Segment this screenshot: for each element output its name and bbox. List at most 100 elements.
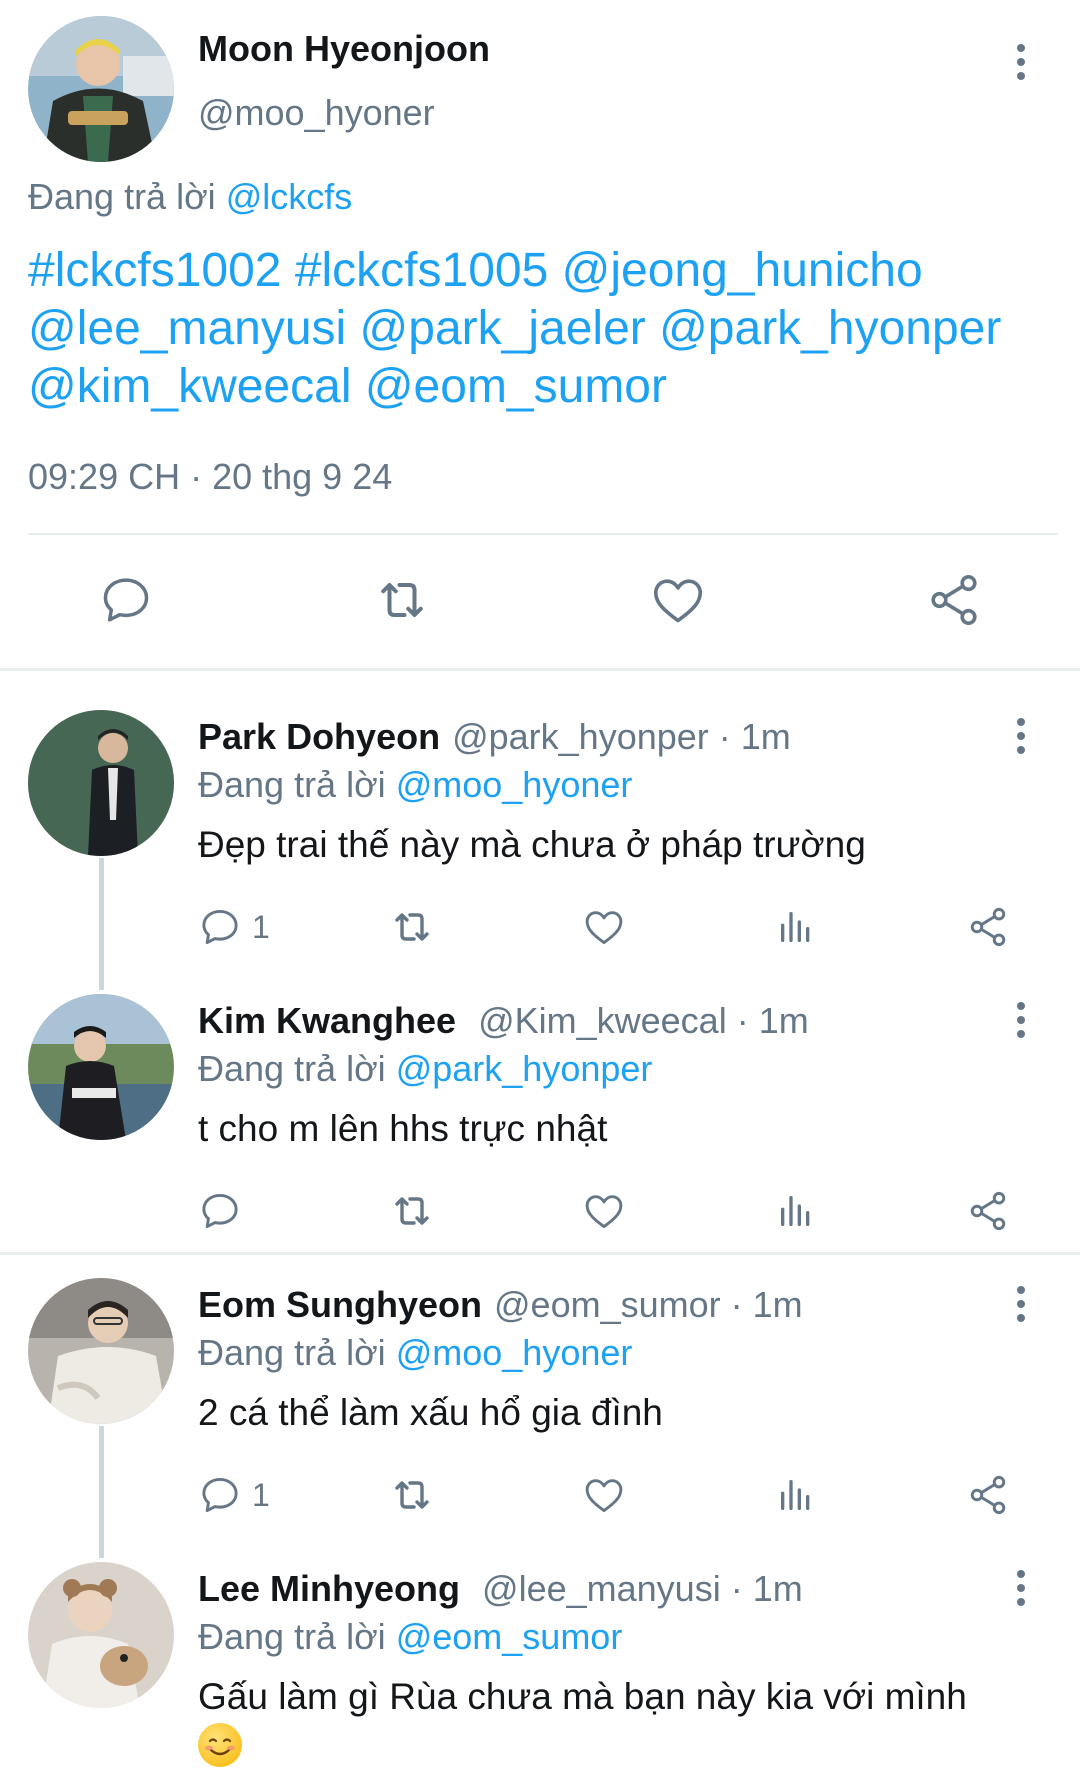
author-name[interactable]: Lee Minhyeong [198, 1568, 460, 1609]
heart-icon [653, 579, 703, 623]
reply-button[interactable]: 1 [198, 902, 270, 952]
reply-tweet[interactable]: Kim Kwanghee @Kim_kweecal · 1m Đang trả … [0, 994, 1080, 1244]
reply-tweet[interactable]: Lee Minhyeong @lee_manyusi · 1m Đang trả… [0, 1562, 1080, 1781]
avatar[interactable] [28, 994, 174, 1140]
avatar[interactable] [28, 710, 174, 856]
tweet-body-line[interactable]: @kim_kweecal @eom_sumor [28, 358, 1058, 416]
analytics-icon [781, 1196, 810, 1226]
retweet-button[interactable] [388, 1186, 436, 1236]
tweet-body-line[interactable]: #lckcfs1002 #lckcfs1005 @jeong_hunicho [28, 242, 1058, 300]
divider [28, 533, 1058, 535]
analytics-button[interactable] [776, 1186, 816, 1236]
share-icon [970, 907, 1006, 947]
tweet-action-bar [0, 560, 1080, 640]
heart-icon [585, 1479, 623, 1513]
retweet-button[interactable] [388, 902, 436, 952]
more-options-icon[interactable] [1006, 1282, 1036, 1326]
retweet-icon [395, 913, 429, 941]
more-options-icon[interactable] [1006, 714, 1036, 758]
author-handle[interactable]: @park_hyonper [452, 716, 709, 757]
like-button[interactable] [638, 560, 718, 640]
avatar[interactable] [28, 16, 174, 162]
reply-count: 1 [252, 908, 270, 945]
avatar-photo [28, 710, 174, 856]
reply-text: 2 cá thể làm xấu hổ gia đình [198, 1392, 663, 1433]
analytics-button[interactable] [776, 902, 816, 952]
more-options-icon[interactable] [1006, 40, 1036, 84]
avatar-photo [28, 16, 174, 162]
avatar-photo [28, 994, 174, 1140]
retweet-icon [395, 1197, 429, 1225]
tweet-timestamp[interactable]: 09:29 CH · 20 thg 9 24 [28, 456, 392, 498]
reply-to-link[interactable]: @lckcfs [226, 176, 353, 217]
more-options-icon[interactable] [1006, 998, 1036, 1042]
author-name[interactable]: Park Dohyeon [198, 716, 440, 757]
reply-to-link[interactable]: @park_hyonper [396, 1048, 653, 1089]
reply-button[interactable]: 1 [198, 1470, 270, 1520]
reply-time: · 1m [718, 716, 791, 757]
share-button[interactable] [914, 560, 994, 640]
like-button[interactable] [582, 902, 626, 952]
like-button[interactable] [582, 1186, 626, 1236]
reply-icon [202, 1477, 238, 1513]
reply-action-bar: 1 [0, 902, 1080, 952]
share-icon [970, 1475, 1006, 1515]
more-options-icon[interactable] [1006, 1566, 1036, 1610]
reply-tweet[interactable]: Park Dohyeon @park_hyonper · 1m Đang trả … [0, 710, 1080, 990]
author-name[interactable]: Kim Kwanghee [198, 1000, 456, 1041]
share-button[interactable] [966, 1186, 1010, 1236]
author-handle[interactable]: @moo_hyoner [198, 92, 435, 134]
reply-text: t cho m lên hhs trực nhật [198, 1108, 608, 1149]
reply-icon [202, 1193, 238, 1229]
reply-action-bar: 1 [0, 1470, 1080, 1520]
reply-header: Park Dohyeon @park_hyonper · 1m [198, 716, 791, 758]
avatar[interactable] [28, 1562, 174, 1708]
share-button[interactable] [966, 1470, 1010, 1520]
author-name[interactable]: Moon Hyeonjoon [198, 28, 490, 70]
tweet-thread-page: Moon Hyeonjoon @moo_hyoner Đang trả lời … [0, 0, 1080, 1781]
reply-button[interactable] [86, 560, 166, 640]
heart-icon [585, 911, 623, 945]
section-divider [0, 1252, 1080, 1255]
reply-header: Eom Sunghyeon @eom_sumor · 1m [198, 1284, 803, 1326]
reply-context: Đang trả lời @moo_hyoner [198, 764, 632, 806]
author-name[interactable]: Eom Sunghyeon [198, 1284, 482, 1325]
reply-prefix: Đang trả lời [198, 1332, 386, 1373]
share-button[interactable] [966, 902, 1010, 952]
reply-context: Đang trả lời @park_hyonper [198, 1048, 652, 1090]
reply-to-link[interactable]: @moo_hyoner [396, 1332, 633, 1373]
author-handle[interactable]: @lee_manyusi [482, 1568, 721, 1609]
reply-button[interactable] [198, 1186, 252, 1236]
avatar-photo [28, 1278, 174, 1424]
avatar[interactable] [28, 1278, 174, 1424]
retweet-button[interactable] [388, 1470, 436, 1520]
share-icon [931, 574, 977, 626]
section-divider [0, 668, 1080, 671]
share-icon [970, 1191, 1006, 1231]
reply-text: Gấu làm gì Rùa chưa mà bạn này kia với m… [198, 1674, 1028, 1768]
author-handle[interactable]: @eom_sumor [494, 1284, 721, 1325]
reply-text: Đẹp trai thế này mà chưa ở pháp trường [198, 824, 866, 865]
reply-context: Đang trả lời @lckcfs [28, 176, 352, 218]
reply-to-link[interactable]: @eom_sumor [396, 1616, 623, 1657]
reply-context: Đang trả lời @eom_sumor [198, 1616, 622, 1658]
retweet-icon [395, 1481, 429, 1509]
author-handle[interactable]: @Kim_kweecal [478, 1000, 727, 1041]
reply-header: Kim Kwanghee @Kim_kweecal · 1m [198, 1000, 809, 1042]
analytics-icon [781, 1480, 810, 1510]
reply-context: Đang trả lời @moo_hyoner [198, 1332, 632, 1374]
main-tweet: Moon Hyeonjoon @moo_hyoner Đang trả lời … [0, 0, 1080, 672]
reply-prefix: Đang trả lời [198, 764, 386, 805]
analytics-icon [781, 912, 810, 942]
reply-to-link[interactable]: @moo_hyoner [396, 764, 633, 805]
reply-icon [202, 909, 238, 945]
smiling-emoji-icon [198, 1723, 242, 1768]
retweet-button[interactable] [362, 560, 442, 640]
tweet-body-line[interactable]: @lee_manyusi @park_jaeler @park_hyonper [28, 300, 1058, 358]
like-button[interactable] [582, 1470, 626, 1520]
reply-time: · 1m [736, 1000, 809, 1041]
analytics-button[interactable] [776, 1470, 816, 1520]
reply-tweet[interactable]: Eom Sunghyeon @eom_sumor · 1m Đang trả lờ… [0, 1278, 1080, 1558]
avatar-photo [28, 1562, 174, 1708]
reply-count: 1 [252, 1476, 270, 1513]
